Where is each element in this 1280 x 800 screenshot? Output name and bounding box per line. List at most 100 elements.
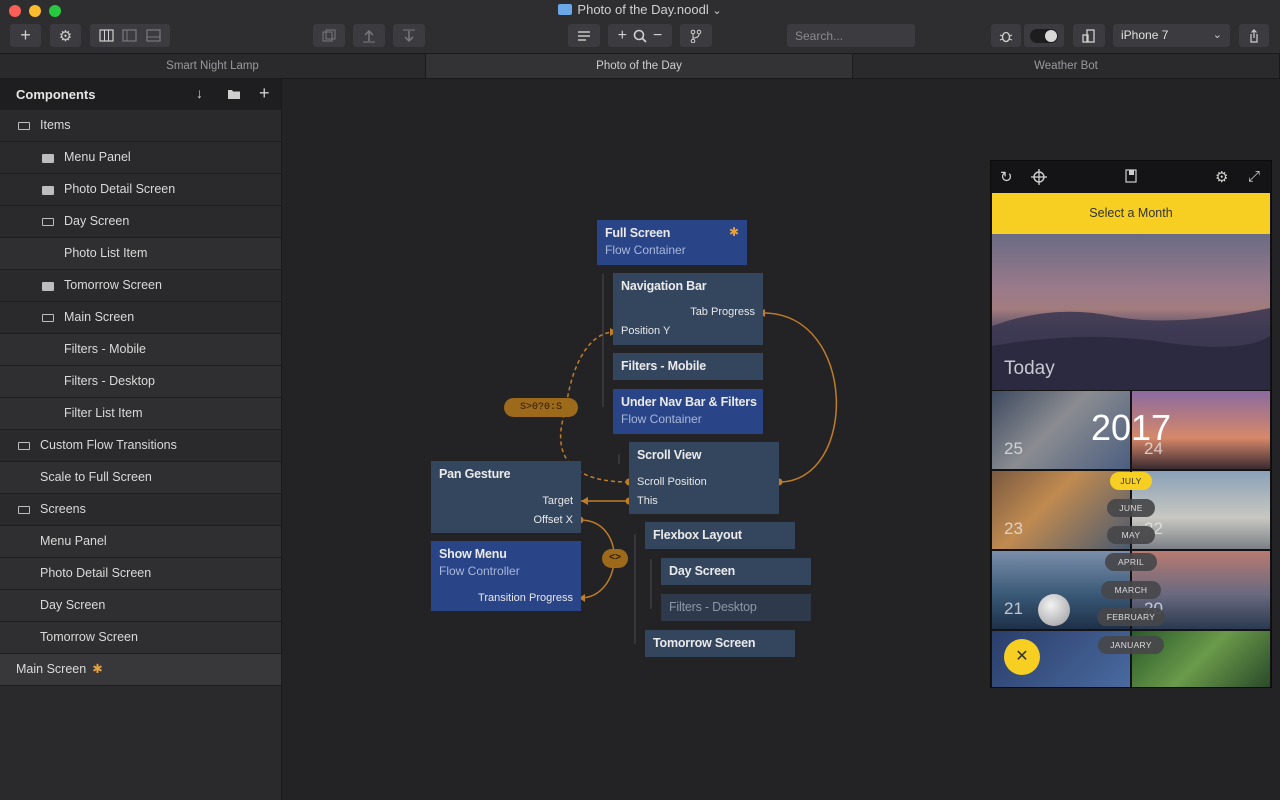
duplicate-button[interactable] — [313, 24, 345, 47]
share-icon — [1250, 28, 1258, 43]
node-show-menu[interactable]: Show Menu Flow Controller Transition Pro… — [431, 541, 581, 611]
month-pill-april[interactable]: APRIL — [1105, 553, 1157, 571]
switch-node[interactable]: <> — [602, 549, 628, 568]
close-menu-button[interactable]: ✕ — [1004, 639, 1040, 675]
month-pill-june[interactable]: JUNE — [1107, 499, 1155, 517]
device-select[interactable]: iPhone 7 ⌄ — [1113, 24, 1230, 47]
device-preview[interactable]: ↻ ⚙ ⤢ Select a Month Today 25 24 23 22 2… — [990, 160, 1272, 688]
tab-weather-bot[interactable]: Weather Bot — [853, 54, 1280, 78]
title-chevron-icon[interactable]: ⌄ — [712, 5, 721, 17]
tab-smart-night-lamp[interactable]: Smart Night Lamp — [0, 54, 426, 78]
tree-item-filter-list-item[interactable]: Filter List Item — [0, 398, 281, 430]
share-button[interactable] — [1239, 24, 1269, 47]
tree-item-label: Day Screen — [40, 598, 106, 612]
move-up-button[interactable] — [353, 24, 385, 47]
tree-item-filters-desktop[interactable]: Filters - Desktop — [0, 366, 281, 398]
tree-item-main-screen[interactable]: Main Screen ✱ — [0, 654, 281, 686]
tree-folder-custom-flow-transitions[interactable]: Custom Flow Transitions — [0, 430, 281, 462]
tree-item-label: Photo Detail Screen — [40, 566, 152, 580]
port-position-y[interactable]: Position Y — [621, 325, 670, 337]
node-flexbox-layout[interactable]: Flexbox Layout — [645, 522, 795, 549]
tree-item-menu-panel[interactable]: Menu Panel — [0, 526, 281, 558]
node-filters-desktop[interactable]: Filters - Desktop — [661, 594, 811, 621]
port-tab-progress[interactable]: Tab Progress — [690, 306, 755, 318]
tree-item-filters-mobile[interactable]: Filters - Mobile — [0, 334, 281, 366]
rotate-device-button[interactable] — [1073, 24, 1105, 47]
tab-photo-of-the-day[interactable]: Photo of the Day — [426, 54, 853, 78]
branch-button[interactable] — [680, 24, 712, 47]
node-filters-mobile[interactable]: Filters - Mobile — [613, 353, 763, 380]
node-pan-gesture[interactable]: Pan Gesture Target Offset X — [431, 461, 581, 533]
tree-item-photo-detail-screen[interactable]: Photo Detail Screen — [0, 558, 281, 590]
node-tomorrow-screen[interactable]: Tomorrow Screen — [645, 630, 795, 657]
node-title: Full Screen — [605, 226, 671, 240]
node-title: Day Screen — [669, 564, 736, 578]
tree-item-day-screen[interactable]: Day Screen — [0, 590, 281, 622]
root-component-star-icon: ✱ — [92, 662, 103, 676]
gear-icon[interactable]: ⚙ — [1215, 168, 1228, 186]
month-pill-july[interactable]: JULY — [1110, 472, 1152, 490]
tree-folder-screens[interactable]: Screens — [0, 494, 281, 526]
settings-button[interactable]: ⚙ — [50, 24, 81, 47]
tree-folder-items[interactable]: Items — [0, 110, 281, 142]
expression-node[interactable]: S>0?0:S — [504, 398, 578, 417]
project-tab-bar: Smart Night Lamp Photo of the Day Weathe… — [0, 54, 1280, 79]
tab-label: Weather Bot — [1034, 60, 1098, 72]
select-month-header[interactable]: Select a Month — [992, 193, 1270, 234]
drag-handle[interactable] — [1038, 594, 1070, 626]
tree-folder-main-screen[interactable]: Main Screen — [0, 302, 281, 334]
components-panel: Components ↓ + Items Menu Panel Photo De… — [0, 79, 282, 800]
node-title: Filters - Desktop — [669, 600, 757, 614]
port-transition-progress[interactable]: Transition Progress — [478, 592, 573, 604]
expand-icon[interactable]: ⤢ — [1248, 168, 1260, 185]
plus-icon: + — [20, 25, 31, 45]
node-full-screen[interactable]: Full Screen Flow Container ✱ — [597, 220, 747, 265]
tree-item-scale-to-full-screen[interactable]: Scale to Full Screen — [0, 462, 281, 494]
crosshair-icon[interactable] — [1031, 169, 1047, 185]
tree-folder-tomorrow-screen[interactable]: Tomorrow Screen — [0, 270, 281, 302]
add-button[interactable]: + — [10, 24, 41, 47]
year-label: 2017 — [992, 407, 1270, 449]
inspect-icon[interactable] — [1125, 169, 1137, 183]
import-icon[interactable]: ↓ — [196, 85, 203, 101]
today-photo[interactable]: Today — [992, 234, 1270, 390]
month-pill-february[interactable]: FEBRUARY — [1097, 608, 1165, 626]
debug-button[interactable] — [991, 24, 1021, 47]
new-folder-icon[interactable] — [227, 88, 241, 100]
search-input[interactable] — [787, 24, 915, 47]
preview-toggle[interactable] — [1024, 24, 1064, 47]
tree-item-tomorrow-screen[interactable]: Tomorrow Screen — [0, 622, 281, 654]
branch-icon — [690, 29, 702, 43]
node-scroll-view[interactable]: Scroll View Scroll Position This — [629, 442, 779, 514]
year-text: 2017 — [1090, 407, 1172, 448]
move-down-button[interactable] — [393, 24, 425, 47]
node-navigation-bar[interactable]: Navigation Bar Tab Progress Position Y — [613, 273, 763, 345]
align-button[interactable] — [568, 24, 600, 47]
refresh-icon[interactable]: ↻ — [1000, 168, 1013, 186]
tree-folder-photo-detail-screen[interactable]: Photo Detail Screen — [0, 174, 281, 206]
node-under-nav-bar[interactable]: Under Nav Bar & Filters Flow Container — [613, 389, 763, 434]
document-title: Photo of the Day.noodl ⌄ — [0, 2, 1280, 17]
month-pill-january[interactable]: JANUARY — [1098, 636, 1164, 654]
node-day-screen[interactable]: Day Screen — [661, 558, 811, 585]
zoom-in-icon[interactable]: + — [618, 27, 627, 45]
components-title: Components — [16, 87, 96, 102]
folder-icon — [42, 154, 54, 163]
port-offset-x[interactable]: Offset X — [533, 514, 573, 526]
add-component-icon[interactable]: + — [259, 83, 270, 104]
tree-item-photo-list-item[interactable]: Photo List Item — [0, 238, 281, 270]
lines-icon — [578, 30, 590, 41]
node-title: Scroll View — [637, 448, 702, 462]
folder-icon — [42, 186, 54, 195]
port-scroll-position[interactable]: Scroll Position — [637, 476, 707, 488]
zoom-out-icon[interactable]: − — [653, 27, 662, 45]
month-pill-march[interactable]: MARCH — [1101, 581, 1161, 599]
device-rotate-icon — [1082, 28, 1095, 43]
tree-folder-day-screen[interactable]: Day Screen — [0, 206, 281, 238]
tree-folder-menu-panel[interactable]: Menu Panel — [0, 142, 281, 174]
port-target[interactable]: Target — [542, 495, 573, 507]
port-this[interactable]: This — [637, 495, 658, 507]
month-pill-may[interactable]: MAY — [1107, 526, 1155, 544]
layout-toggle[interactable] — [90, 24, 170, 47]
search-icon[interactable] — [633, 29, 647, 43]
